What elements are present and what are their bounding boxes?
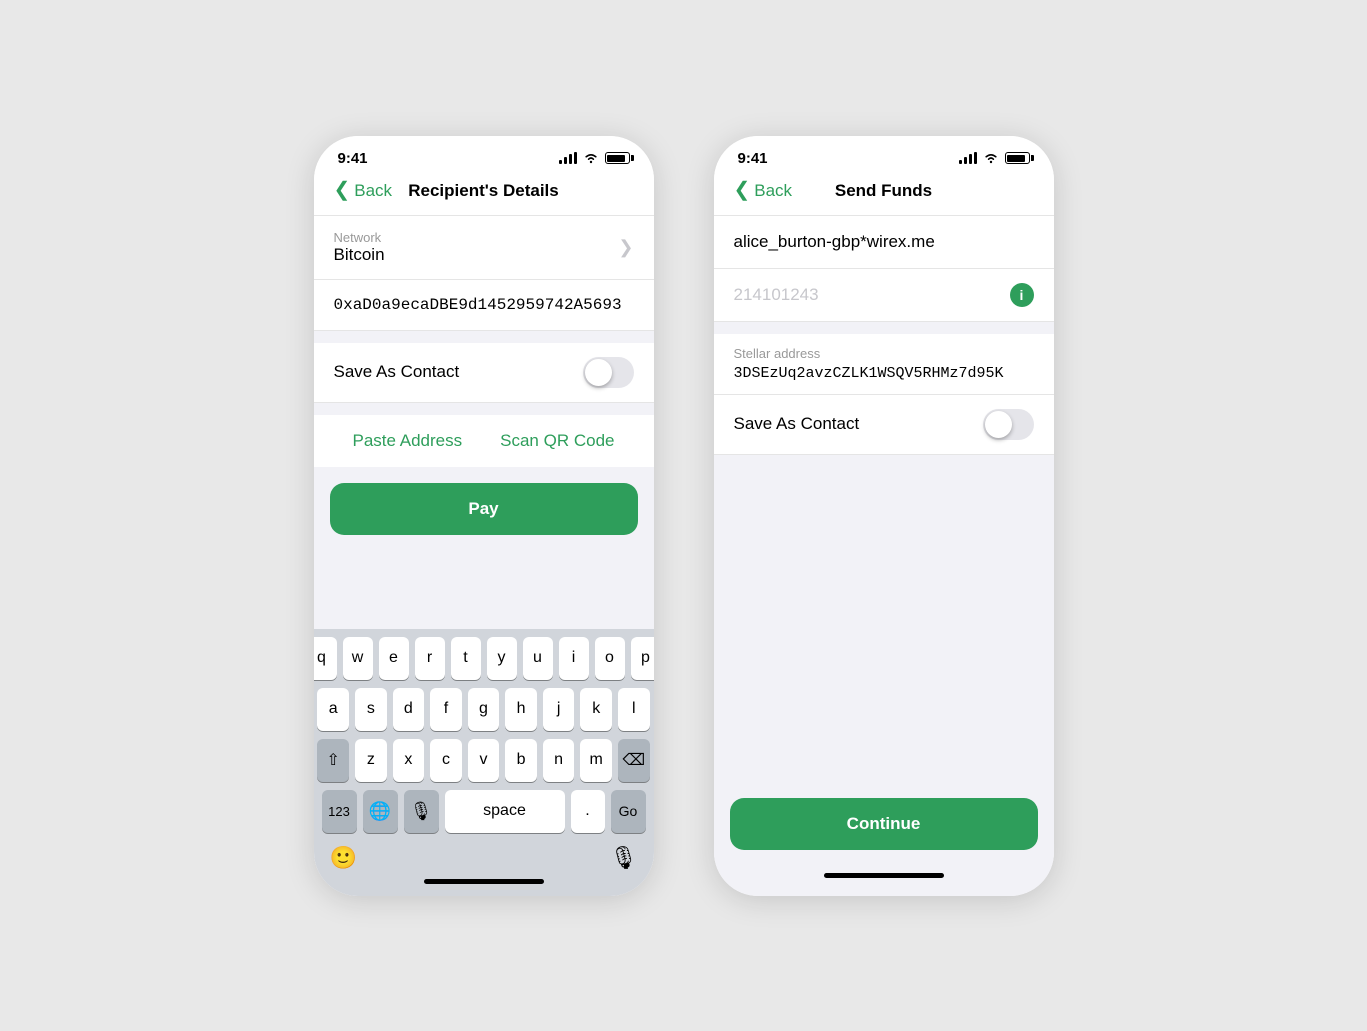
- key-o[interactable]: o: [595, 637, 625, 680]
- key-i[interactable]: i: [559, 637, 589, 680]
- keyboard-mic-icon[interactable]: 🎙: [610, 845, 638, 871]
- save-contact-toggle-right[interactable]: [983, 409, 1034, 440]
- info-label: i: [1020, 287, 1024, 303]
- actions-row: Paste Address Scan QR Code: [314, 415, 654, 467]
- page-title-left: Recipient's Details: [408, 181, 559, 201]
- phone-recipient-details: 9:41: [314, 136, 654, 896]
- scan-qr-button[interactable]: Scan QR Code: [500, 431, 614, 451]
- key-t[interactable]: t: [451, 637, 481, 680]
- wifi-icon-right: [983, 152, 999, 164]
- stellar-row: Stellar address 3DSEzUq2avzCZLK1WSQV5RHM…: [714, 334, 1054, 395]
- keyboard-row-2: a s d f g h j k l: [318, 688, 650, 731]
- key-z[interactable]: z: [355, 739, 387, 782]
- phone1-content: Network Bitcoin ❯ Save As Contact Paste …: [314, 216, 654, 896]
- key-j[interactable]: j: [543, 688, 575, 731]
- stellar-label: Stellar address: [734, 346, 1034, 361]
- key-v[interactable]: v: [468, 739, 500, 782]
- network-row[interactable]: Network Bitcoin ❯: [314, 216, 654, 280]
- key-backspace[interactable]: ⌫: [618, 739, 650, 782]
- key-w[interactable]: w: [343, 637, 373, 680]
- memo-row[interactable]: 214101243 i: [714, 269, 1054, 322]
- info-icon[interactable]: i: [1010, 283, 1034, 307]
- toggle-knob-right: [985, 411, 1012, 438]
- toggle-knob-left: [585, 359, 612, 386]
- nav-bar-right: ❮ Back Send Funds: [714, 175, 1054, 216]
- address-input[interactable]: [334, 296, 634, 314]
- back-label-right: Back: [754, 181, 792, 201]
- recipient-name: alice_burton-gbp*wirex.me: [734, 232, 935, 251]
- continue-button[interactable]: Continue: [730, 798, 1038, 850]
- signal-icon-right: [959, 152, 977, 164]
- phone2-content: alice_burton-gbp*wirex.me 214101243 i St…: [714, 216, 1054, 896]
- paste-address-button[interactable]: Paste Address: [353, 431, 463, 451]
- status-icons-left: [559, 152, 630, 164]
- key-x[interactable]: x: [393, 739, 425, 782]
- status-time-left: 9:41: [338, 150, 368, 167]
- spacer: [714, 322, 1054, 334]
- key-y[interactable]: y: [487, 637, 517, 680]
- signal-icon-left: [559, 152, 577, 164]
- back-label-left: Back: [354, 181, 392, 201]
- network-label: Network: [334, 230, 385, 245]
- save-contact-label-right: Save As Contact: [734, 414, 860, 434]
- key-d[interactable]: d: [393, 688, 425, 731]
- status-time-right: 9:41: [738, 150, 768, 167]
- wifi-icon-left: [583, 152, 599, 164]
- battery-icon-left: [605, 152, 630, 164]
- key-q[interactable]: q: [314, 637, 337, 680]
- key-a[interactable]: a: [317, 688, 349, 731]
- key-c[interactable]: c: [430, 739, 462, 782]
- keyboard-bottom-row: 123 🌐 🎙 space . Go: [318, 790, 650, 833]
- save-contact-label-left: Save As Contact: [334, 362, 460, 382]
- key-m[interactable]: m: [580, 739, 612, 782]
- key-s[interactable]: s: [355, 688, 387, 731]
- back-chevron-icon-right: ❮: [734, 180, 751, 200]
- keyboard: q w e r t y u i o p a s d f g: [314, 629, 654, 896]
- key-shift[interactable]: ⇧: [317, 739, 349, 782]
- key-mic-icon[interactable]: 🎙: [404, 790, 439, 833]
- back-button-left[interactable]: ❮ Back: [334, 181, 393, 201]
- stellar-value: 3DSEzUq2avzCZLK1WSQV5RHMz7d95K: [734, 365, 1034, 382]
- status-bar-right: 9:41: [714, 136, 1054, 175]
- key-h[interactable]: h: [505, 688, 537, 731]
- save-contact-row-left: Save As Contact: [314, 343, 654, 403]
- key-g[interactable]: g: [468, 688, 500, 731]
- keyboard-row-1: q w e r t y u i o p: [318, 637, 650, 680]
- save-contact-row-right: Save As Contact: [714, 395, 1054, 455]
- pay-button[interactable]: Pay: [330, 483, 638, 535]
- key-n[interactable]: n: [543, 739, 575, 782]
- memo-input[interactable]: 214101243: [734, 285, 819, 305]
- home-indicator-right: [824, 873, 944, 878]
- key-p[interactable]: p: [631, 637, 654, 680]
- key-space[interactable]: space: [445, 790, 565, 833]
- status-bar-left: 9:41: [314, 136, 654, 175]
- network-value: Bitcoin: [334, 245, 385, 265]
- keyboard-extras: 🙂 🎙: [318, 841, 650, 873]
- key-k[interactable]: k: [580, 688, 612, 731]
- key-globe-icon[interactable]: 🌐: [363, 790, 398, 833]
- back-chevron-icon-left: ❮: [334, 180, 351, 200]
- key-go[interactable]: Go: [611, 790, 646, 833]
- phone-send-funds: 9:41 ❮: [714, 136, 1054, 896]
- network-chevron-icon: ❯: [618, 237, 633, 258]
- key-l[interactable]: l: [618, 688, 650, 731]
- key-b[interactable]: b: [505, 739, 537, 782]
- page-title-right: Send Funds: [835, 181, 932, 201]
- emoji-icon[interactable]: 🙂: [330, 845, 357, 871]
- keyboard-row-3: ⇧ z x c v b n m ⌫: [318, 739, 650, 782]
- key-e[interactable]: e: [379, 637, 409, 680]
- key-r[interactable]: r: [415, 637, 445, 680]
- status-icons-right: [959, 152, 1030, 164]
- key-period[interactable]: .: [571, 790, 605, 833]
- back-button-right[interactable]: ❮ Back: [734, 181, 793, 201]
- home-indicator-left: [424, 879, 544, 884]
- nav-bar-left: ❮ Back Recipient's Details: [314, 175, 654, 216]
- battery-icon-right: [1005, 152, 1030, 164]
- key-123[interactable]: 123: [322, 790, 357, 833]
- key-u[interactable]: u: [523, 637, 553, 680]
- save-contact-toggle-left[interactable]: [583, 357, 634, 388]
- key-f[interactable]: f: [430, 688, 462, 731]
- address-row[interactable]: [314, 280, 654, 331]
- recipient-display: alice_burton-gbp*wirex.me: [714, 216, 1054, 269]
